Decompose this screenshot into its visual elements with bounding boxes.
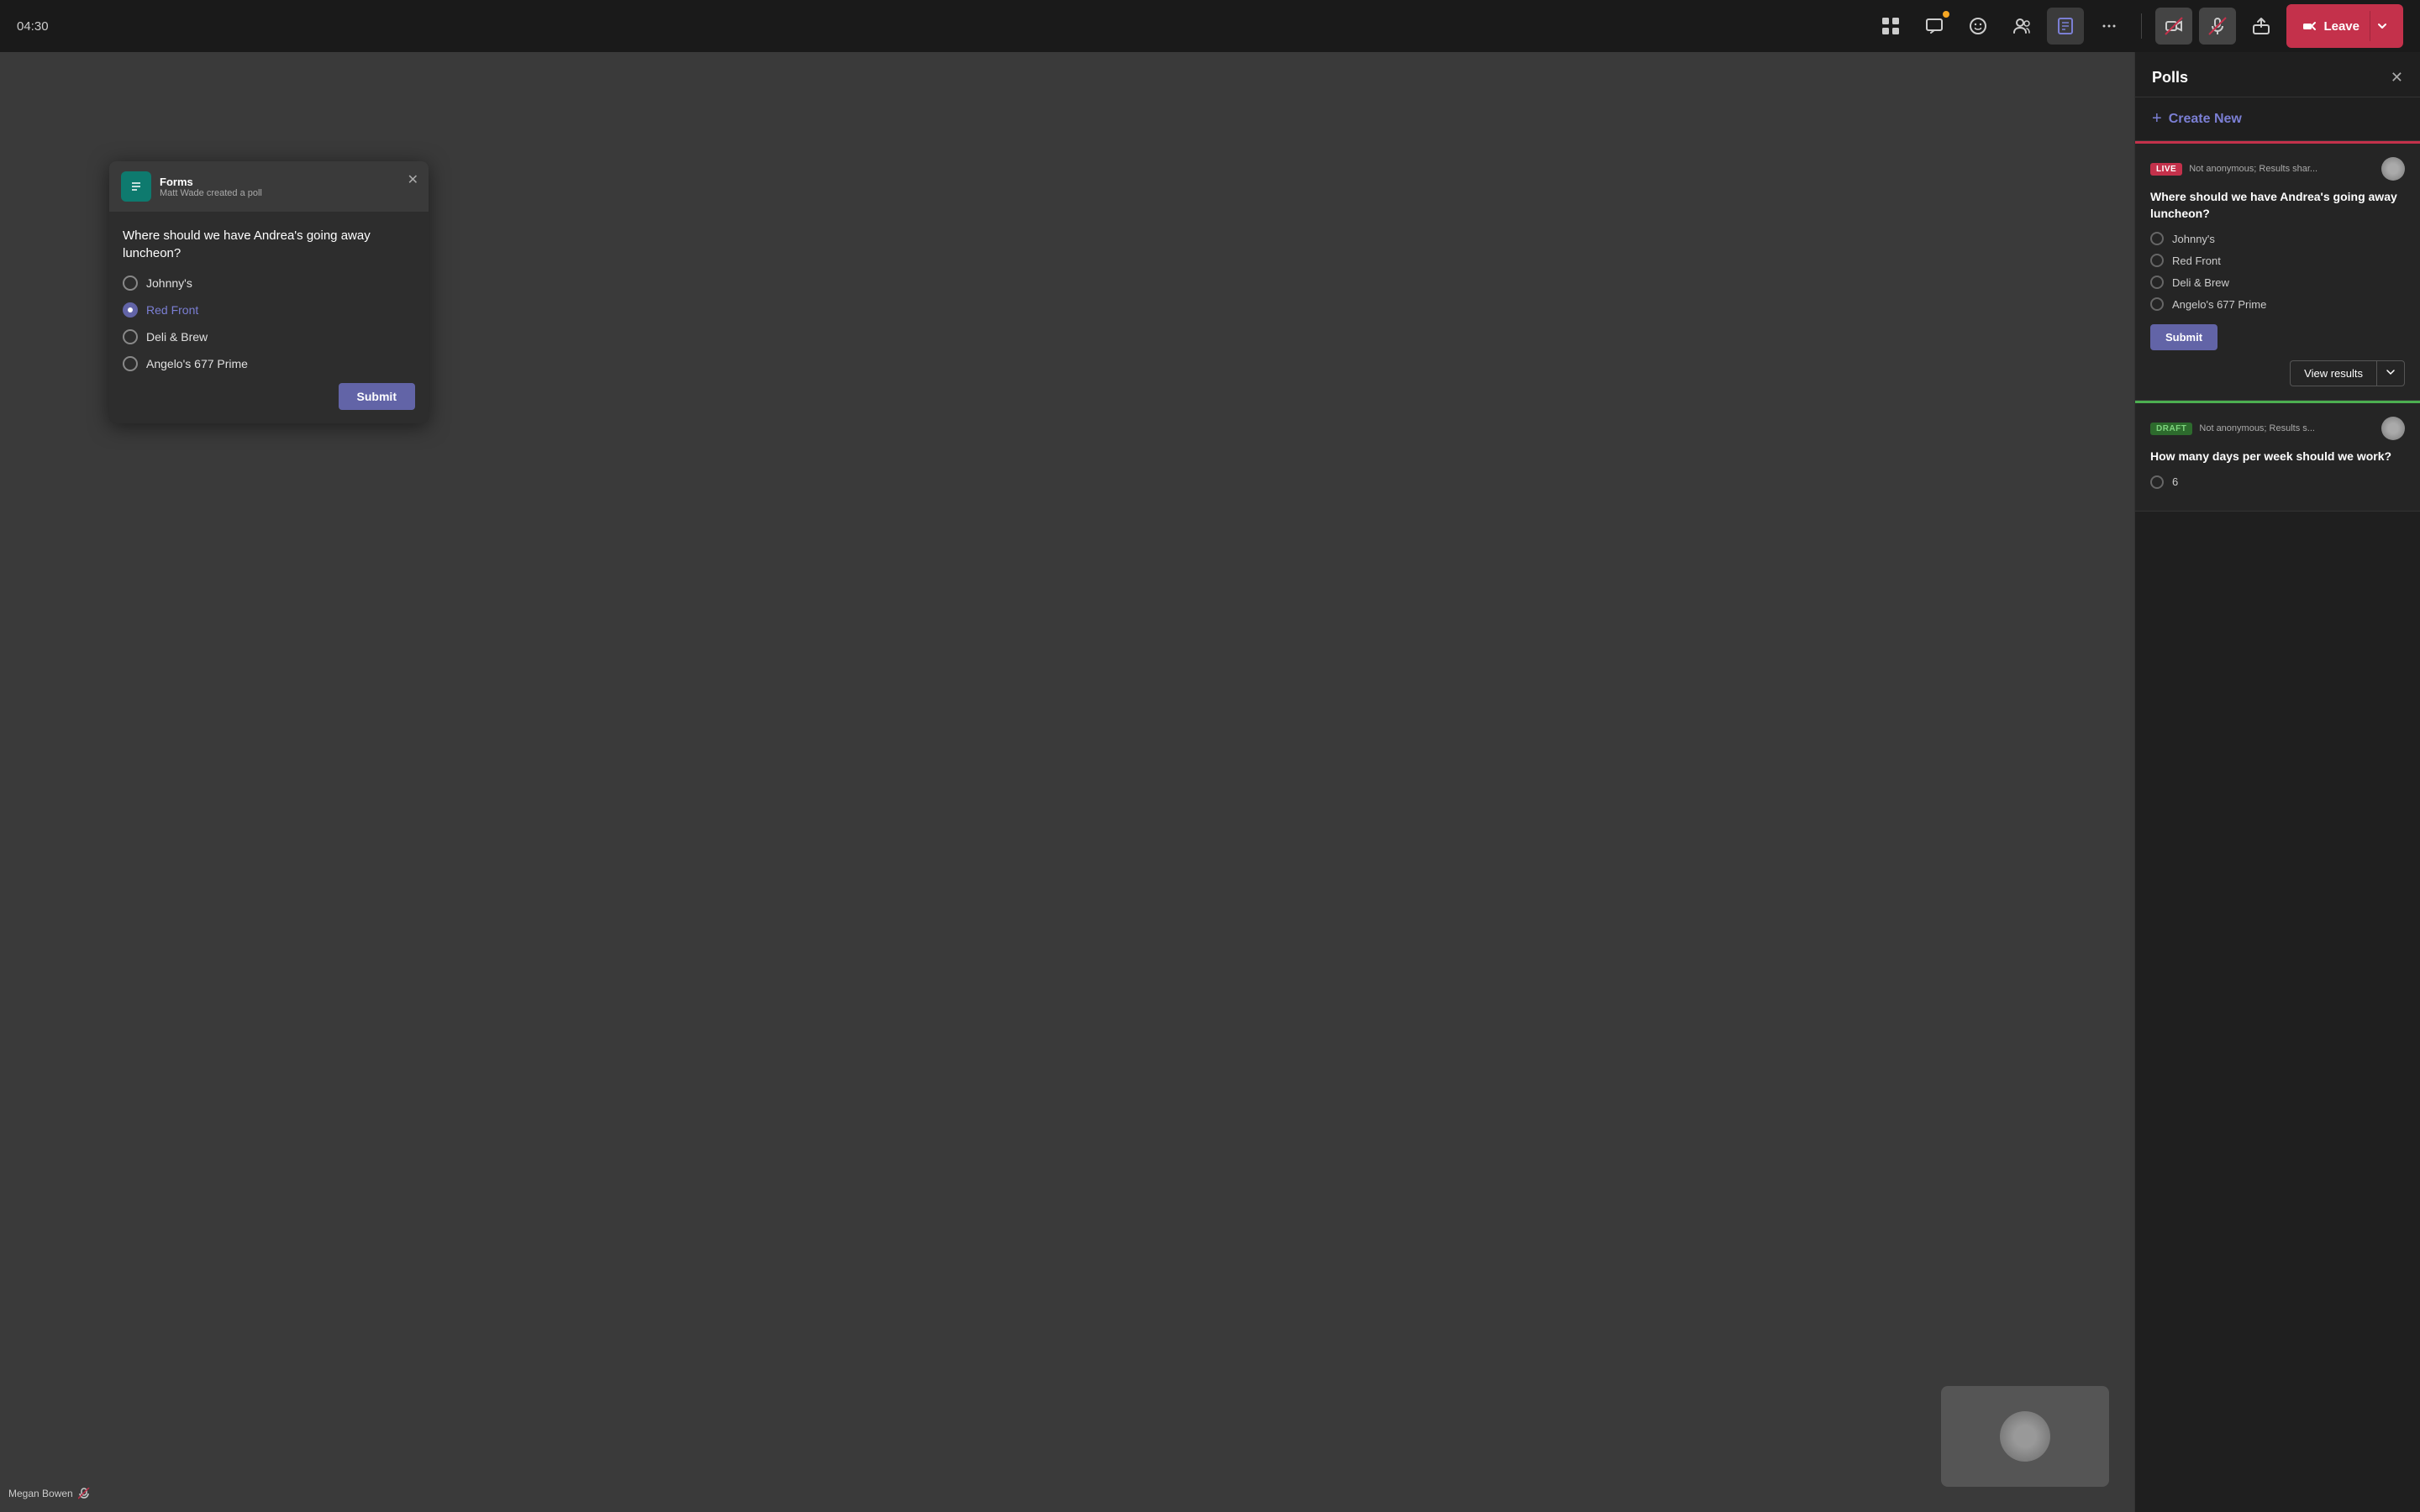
participant-video <box>1941 1386 2109 1487</box>
poll-card-draft: DRAFT Not anonymous; Results s... How ma… <box>2135 403 2420 512</box>
poll-card-draft-meta: Not anonymous; Results s... <box>2199 423 2375 433</box>
popup-radio-4[interactable] <box>123 356 138 371</box>
poll-card-live: LIVE Not anonymous; Results shar... Wher… <box>2135 144 2420 401</box>
polls-list: LIVE Not anonymous; Results shar... Wher… <box>2135 141 2420 1512</box>
top-bar-controls: Leave <box>1872 4 2403 48</box>
popup-option-label-3: Deli & Brew <box>146 330 208 344</box>
view-results-dropdown[interactable] <box>2376 360 2405 386</box>
poll-popup-header: Forms Matt Wade created a poll ✕ <box>109 161 429 212</box>
draft-option-1[interactable]: 6 <box>2150 475 2405 489</box>
poll-popup: Forms Matt Wade created a poll ✕ Where s… <box>109 161 429 423</box>
live-badge: LIVE <box>2150 163 2182 176</box>
chat-badge <box>1943 11 1949 18</box>
poll-card-draft-header: DRAFT Not anonymous; Results s... <box>2150 417 2405 440</box>
poll-card-live-question: Where should we have Andrea's going away… <box>2150 189 2405 222</box>
popup-close-button[interactable]: ✕ <box>408 171 418 188</box>
poll-card-option-3[interactable]: Deli & Brew <box>2150 276 2405 289</box>
poll-card-option-2[interactable]: Red Front <box>2150 254 2405 267</box>
poll-card-radio-2[interactable] <box>2150 254 2164 267</box>
more-button[interactable] <box>2091 8 2128 45</box>
popup-radio-1[interactable] <box>123 276 138 291</box>
poll-card-option-label-1: Johnny's <box>2172 233 2215 245</box>
popup-option-3[interactable]: Deli & Brew <box>123 329 415 344</box>
popup-submit-button[interactable]: Submit <box>339 383 415 410</box>
name-label: Megan Bowen <box>8 1488 90 1499</box>
mic-muted-icon <box>78 1488 90 1499</box>
poll-card-live-meta: Not anonymous; Results shar... <box>2189 164 2375 174</box>
panel-header: Polls ✕ <box>2135 52 2420 97</box>
poll-card-option-label-3: Deli & Brew <box>2172 276 2229 289</box>
popup-header-text: Forms Matt Wade created a poll <box>160 176 262 198</box>
popup-option-1[interactable]: Johnny's <box>123 276 415 291</box>
poll-card-radio-1[interactable] <box>2150 232 2164 245</box>
plus-icon: + <box>2152 109 2162 129</box>
panel-close-button[interactable]: ✕ <box>2391 69 2403 87</box>
poll-card-option-1[interactable]: Johnny's <box>2150 232 2405 245</box>
draft-option-label-1: 6 <box>2172 475 2178 488</box>
poll-card-radio-3[interactable] <box>2150 276 2164 289</box>
create-new-label: Create New <box>2169 112 2242 127</box>
polls-panel: Polls ✕ + Create New LIVE Not anonymous;… <box>2134 52 2420 1512</box>
forms-icon <box>121 171 151 202</box>
leave-button[interactable]: Leave <box>2286 4 2403 48</box>
poll-card-draft-avatar <box>2381 417 2405 440</box>
popup-radio-2[interactable] <box>123 302 138 318</box>
poll-card-draft-question: How many days per week should we work? <box>2150 449 2405 465</box>
popup-body: Where should we have Andrea's going away… <box>109 212 429 423</box>
poll-card-option-label-2: Red Front <box>2172 255 2221 267</box>
popup-option-2[interactable]: Red Front <box>123 302 415 318</box>
popup-option-label-2: Red Front <box>146 303 198 317</box>
popup-question: Where should we have Andrea's going away… <box>123 227 415 262</box>
call-timer: 04:30 <box>17 19 49 34</box>
draft-radio-1[interactable] <box>2150 475 2164 489</box>
draft-badge: DRAFT <box>2150 423 2192 435</box>
people-button[interactable] <box>2003 8 2040 45</box>
poll-card-live-header: LIVE Not anonymous; Results shar... <box>2150 157 2405 181</box>
popup-option-4[interactable]: Angelo's 677 Prime <box>123 356 415 371</box>
poll-card-submit-button[interactable]: Submit <box>2150 324 2217 350</box>
leave-label: Leave <box>2323 19 2360 34</box>
participant-name: Megan Bowen <box>8 1488 73 1499</box>
apps-button[interactable] <box>1872 8 1909 45</box>
popup-submit-row: Submit <box>123 383 415 410</box>
popup-option-label-1: Johnny's <box>146 276 192 290</box>
poll-card-footer: View results <box>2150 360 2405 386</box>
mic-toggle-button[interactable] <box>2199 8 2236 45</box>
poll-card-avatar <box>2381 157 2405 181</box>
popup-option-label-4: Angelo's 677 Prime <box>146 357 248 370</box>
share-button[interactable] <box>2243 8 2280 45</box>
popup-title: Forms <box>160 176 262 188</box>
popup-radio-3[interactable] <box>123 329 138 344</box>
poll-card-option-4[interactable]: Angelo's 677 Prime <box>2150 297 2405 311</box>
view-results-button[interactable]: View results <box>2290 360 2376 386</box>
main-meeting-area: Forms Matt Wade created a poll ✕ Where s… <box>0 52 2134 1512</box>
leave-dropdown[interactable] <box>2370 11 2393 41</box>
create-new-button[interactable]: + Create New <box>2135 97 2420 141</box>
top-bar: 04:30 Leav <box>0 0 2420 52</box>
participant-avatar <box>2000 1411 2050 1462</box>
chat-button[interactable] <box>1916 8 1953 45</box>
emoji-button[interactable] <box>1960 8 1996 45</box>
poll-card-radio-4[interactable] <box>2150 297 2164 311</box>
panel-title: Polls <box>2152 69 2188 87</box>
video-toggle-button[interactable] <box>2155 8 2192 45</box>
separator <box>2141 13 2142 39</box>
poll-card-option-label-4: Angelo's 677 Prime <box>2172 298 2266 311</box>
popup-subtitle: Matt Wade created a poll <box>160 188 262 198</box>
forms-button[interactable] <box>2047 8 2084 45</box>
